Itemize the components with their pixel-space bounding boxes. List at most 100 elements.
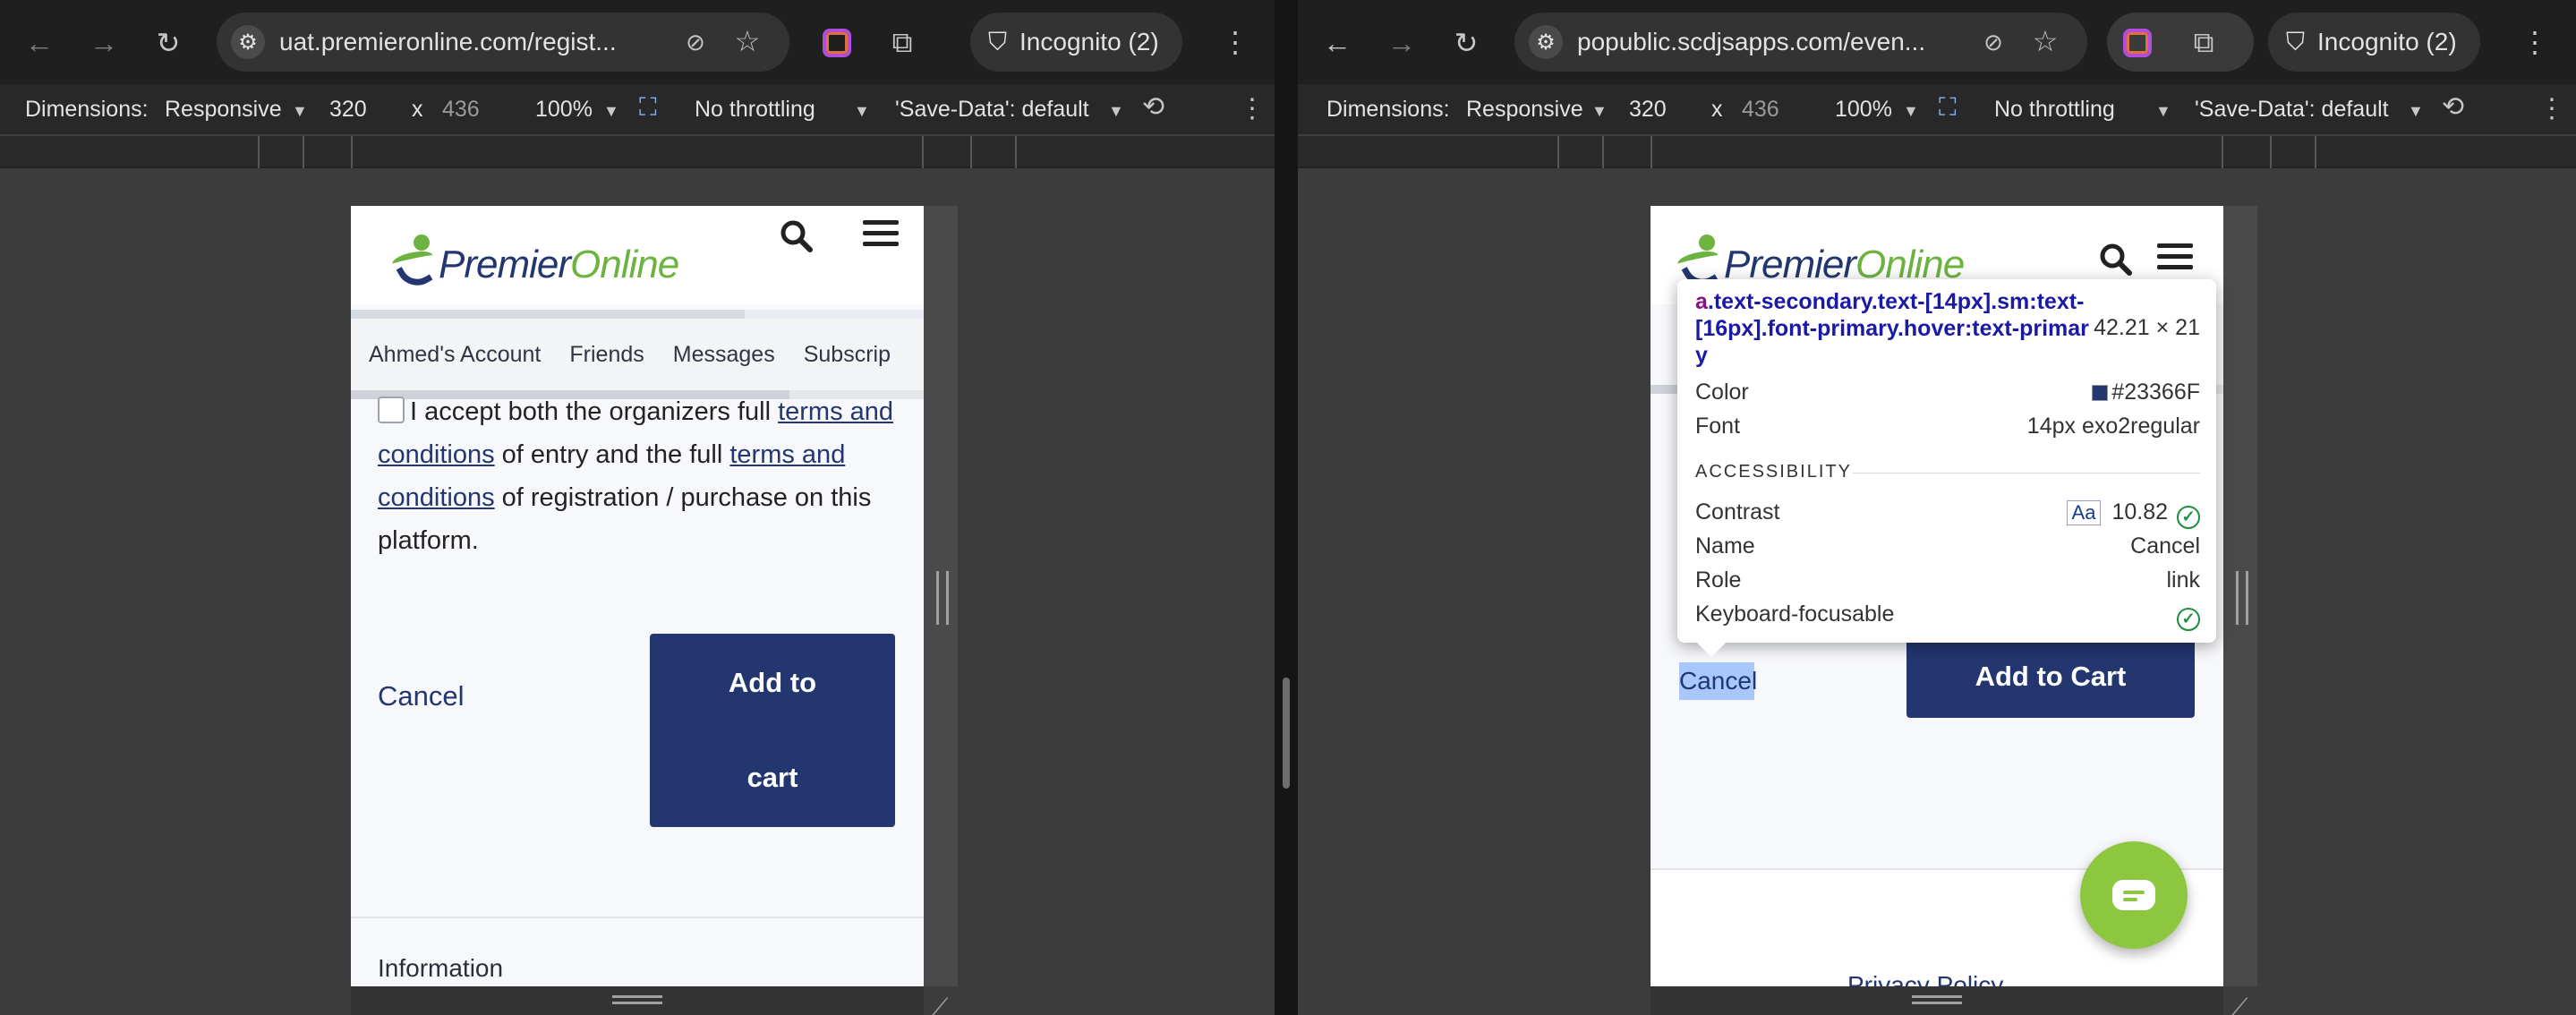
- add-to-cart-button[interactable]: Add to cart: [650, 634, 895, 827]
- chevron-down-icon[interactable]: ▼: [1591, 102, 1608, 121]
- forward-icon[interactable]: →: [1380, 21, 1423, 64]
- zoom-select[interactable]: 100%: [1835, 97, 1892, 123]
- zoom-select[interactable]: 100%: [535, 97, 593, 123]
- color-row: Color #23366F: [1695, 380, 2200, 405]
- devtools-more-icon[interactable]: ⋮: [1239, 93, 1266, 124]
- chevron-down-icon[interactable]: ▼: [1108, 102, 1124, 121]
- chevron-down-icon[interactable]: ▼: [854, 102, 870, 121]
- incognito-label: Incognito (2): [2317, 28, 2457, 55]
- throttling-select[interactable]: No throttling: [695, 97, 815, 123]
- nav-item-subscriptions[interactable]: Subscrip: [804, 342, 891, 368]
- search-icon[interactable]: [779, 218, 815, 254]
- incognito-label: Incognito (2): [1019, 28, 1159, 55]
- reload-icon[interactable]: ↻: [1445, 21, 1488, 64]
- site-header: PremierOnline: [351, 206, 924, 304]
- browser-toolbar: ← → ↻ ⚙ popublic.scdjsapps.com/even... ⊘…: [1298, 0, 2576, 84]
- devtools-more-icon[interactable]: ⋮: [2538, 93, 2565, 124]
- url-text: popublic.scdjsapps.com/even...: [1577, 28, 1926, 55]
- site-info-icon[interactable]: ⚙: [1529, 25, 1563, 59]
- dimension-separator: x: [1711, 97, 1723, 122]
- resize-height-handle[interactable]: [1651, 986, 2223, 1015]
- nav-item-account[interactable]: Ahmed's Account: [369, 342, 541, 368]
- font-row: Font 14px exo2regular: [1695, 414, 2200, 439]
- cancel-link[interactable]: Cancel: [1679, 662, 1757, 700]
- colorzilla-extension-icon[interactable]: [817, 23, 857, 63]
- dimensions-label: Dimensions:: [1326, 97, 1450, 122]
- hamburger-menu-icon[interactable]: [2157, 243, 2193, 274]
- width-input[interactable]: 320: [1629, 97, 1667, 123]
- color-swatch: [2092, 385, 2109, 401]
- address-bar[interactable]: ⚙ uat.premieronline.com/regist... ⊘ ☆: [217, 13, 789, 72]
- back-icon[interactable]: ←: [18, 21, 61, 64]
- keyboard-focusable-row: Keyboard-focusable ✓: [1695, 601, 2200, 631]
- dimension-separator: x: [412, 97, 423, 122]
- back-icon[interactable]: ←: [1316, 21, 1359, 64]
- privacy-policy-link[interactable]: Privacy Policy: [1847, 971, 2003, 986]
- chevron-down-icon[interactable]: ▼: [292, 102, 308, 121]
- devtools-device-toolbar: Dimensions: Responsive ▼ 320 x 436 100% …: [0, 84, 1275, 136]
- incognito-badge[interactable]: ⛉ Incognito (2): [970, 13, 1182, 72]
- site-info-icon[interactable]: ⚙: [231, 25, 265, 59]
- chevron-down-icon[interactable]: ▼: [603, 102, 619, 121]
- device-select[interactable]: Responsive: [1466, 97, 1583, 123]
- name-row: Name Cancel: [1695, 533, 2200, 559]
- browser-menu-icon[interactable]: ⋮: [2521, 25, 2549, 59]
- role-row: Role link: [1695, 567, 2200, 593]
- device-viewport: PremierOnline Ahmed's Account Friends Me…: [351, 206, 924, 986]
- device-posture-icon[interactable]: ⛶: [1939, 93, 1957, 123]
- resize-corner-icon[interactable]: ⟋: [931, 994, 949, 1015]
- cancel-link[interactable]: Cancel: [378, 680, 465, 712]
- height-input[interactable]: 436: [442, 97, 480, 123]
- resize-corner-icon[interactable]: ⟋: [2231, 994, 2248, 1015]
- width-input[interactable]: 320: [329, 97, 367, 123]
- terms-checkbox[interactable]: [378, 397, 405, 423]
- bookmark-star-icon[interactable]: ☆: [2029, 25, 2061, 57]
- account-nav: Ahmed's Account Friends Messages Subscri…: [351, 319, 924, 390]
- bookmark-star-icon[interactable]: ☆: [731, 25, 763, 57]
- forward-icon[interactable]: →: [82, 21, 125, 64]
- chevron-down-icon[interactable]: ▼: [1903, 102, 1919, 121]
- browser-toolbar: ← → ↻ ⚙ uat.premieronline.com/regist... …: [0, 0, 1275, 84]
- chat-widget-button[interactable]: [2080, 841, 2188, 949]
- extensions-puzzle-icon[interactable]: ⧉: [2184, 23, 2223, 63]
- header-scroll-indicator: [351, 310, 924, 319]
- resize-width-handle[interactable]: [2236, 571, 2248, 625]
- resize-height-handle[interactable]: [351, 986, 924, 1015]
- device-select[interactable]: Responsive: [165, 97, 282, 123]
- inspect-element-tooltip: a.text-secondary.text-[14px].sm:text-[16…: [1677, 279, 2216, 657]
- section-divider: [351, 917, 924, 918]
- device-posture-icon[interactable]: ⛶: [639, 93, 657, 123]
- search-icon[interactable]: [2098, 242, 2134, 277]
- save-data-select[interactable]: 'Save-Data': default: [895, 97, 1089, 123]
- browser-menu-icon[interactable]: ⋮: [1221, 25, 1250, 59]
- rotate-icon[interactable]: ⟲: [2442, 91, 2464, 123]
- incognito-icon: ⛉: [2286, 27, 2306, 55]
- window-split-divider[interactable]: [1275, 0, 1298, 1015]
- nav-item-messages[interactable]: Messages: [673, 342, 775, 368]
- chat-bubble-icon: [2112, 880, 2155, 910]
- media-query-ruler: [1298, 136, 2576, 168]
- extensions-puzzle-icon[interactable]: ⧉: [883, 23, 922, 63]
- runner-logo-icon: [390, 233, 437, 294]
- accessibility-section-label: ACCESSIBILITY: [1695, 462, 1852, 482]
- hamburger-menu-icon[interactable]: [863, 220, 899, 251]
- rotate-icon[interactable]: ⟲: [1142, 91, 1164, 123]
- resize-width-handle[interactable]: [936, 571, 949, 625]
- address-bar[interactable]: ⚙ popublic.scdjsapps.com/even... ⊘ ☆: [1514, 13, 2087, 72]
- add-to-cart-button[interactable]: Add to Cart: [1906, 635, 2195, 718]
- element-size: 42.21 × 21: [2094, 315, 2200, 340]
- chevron-down-icon[interactable]: ▼: [2155, 102, 2171, 121]
- save-data-select[interactable]: 'Save-Data': default: [2195, 97, 2389, 123]
- tracking-protection-icon[interactable]: ⊘: [680, 27, 711, 57]
- tracking-protection-icon[interactable]: ⊘: [1978, 27, 2009, 57]
- premier-online-logo[interactable]: PremierOnline: [390, 227, 679, 294]
- incognito-badge[interactable]: ⛉ Incognito (2): [2268, 13, 2480, 72]
- contrast-row: Contrast Aa 10.82 ✓: [1695, 499, 2200, 529]
- nav-item-friends[interactable]: Friends: [569, 342, 644, 368]
- colorzilla-extension-icon[interactable]: [2118, 23, 2157, 63]
- chevron-down-icon[interactable]: ▼: [2408, 102, 2424, 121]
- devtools-device-toolbar: Dimensions: Responsive ▼ 320 x 436 100% …: [1298, 84, 2576, 136]
- height-input[interactable]: 436: [1742, 97, 1779, 123]
- reload-icon[interactable]: ↻: [147, 21, 190, 64]
- throttling-select[interactable]: No throttling: [1994, 97, 2115, 123]
